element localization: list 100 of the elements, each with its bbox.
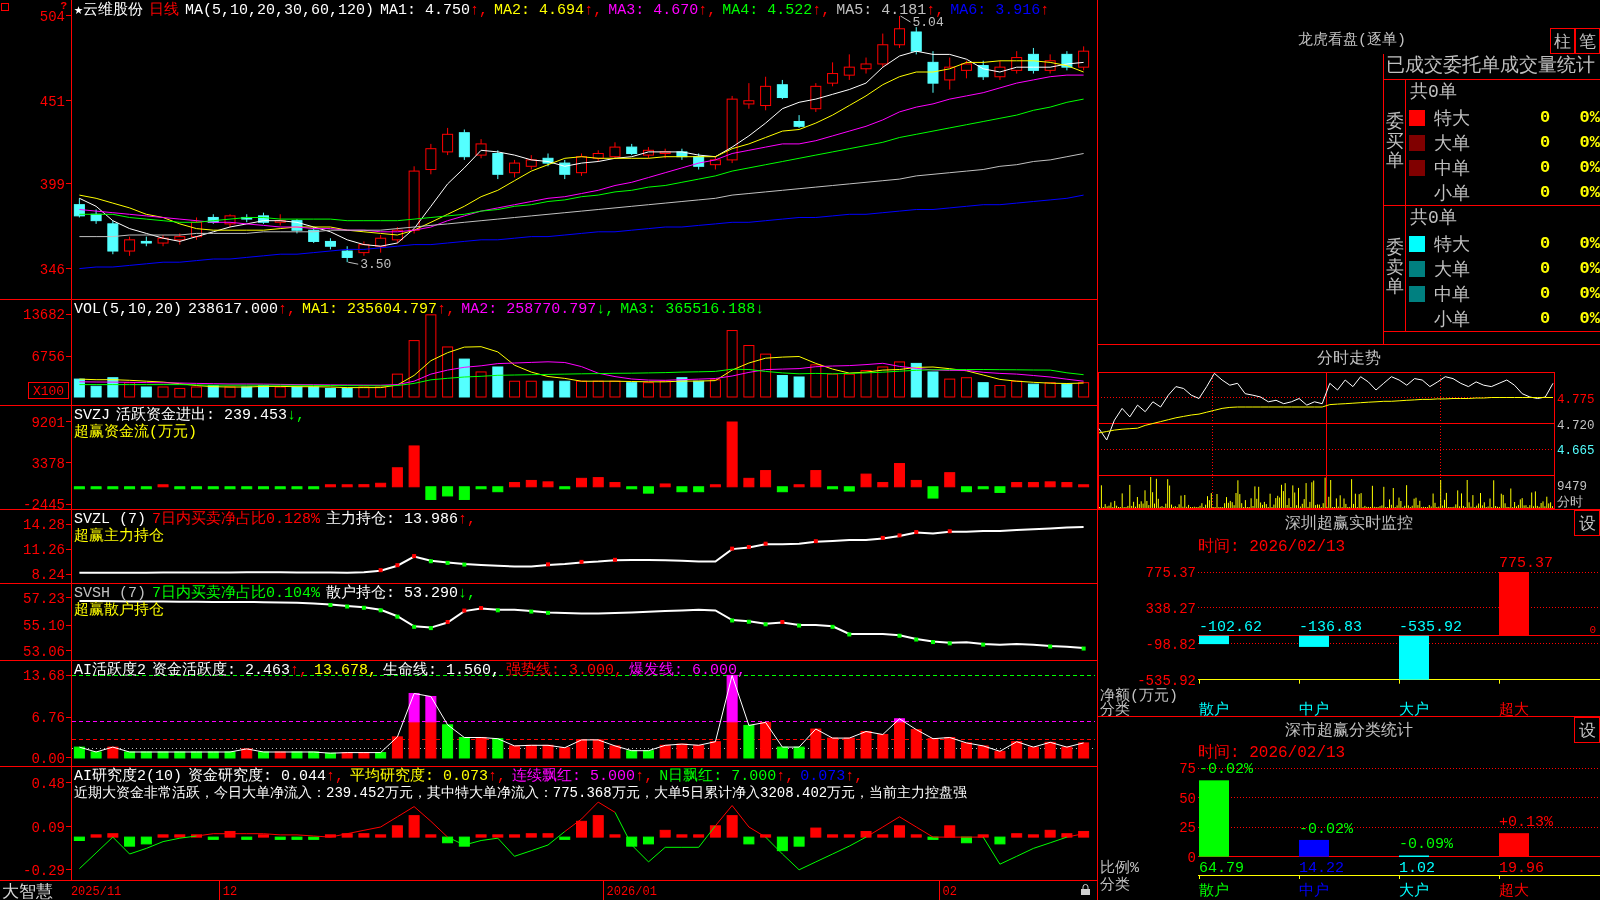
volume-bar (107, 377, 119, 398)
candlestick (308, 226, 320, 244)
trend-arrow: ↓ (755, 301, 765, 318)
section-label: 委卖单 (1385, 238, 1404, 299)
axis-label: 9479 (1557, 480, 1587, 494)
flow-bar (391, 467, 403, 488)
volume-bar (341, 387, 353, 398)
candlestick (576, 153, 587, 177)
axis-label: 75 (1179, 761, 1196, 778)
research-bar (492, 834, 504, 838)
axis-label: 6756 (31, 349, 65, 366)
candlestick (609, 141, 621, 159)
activity-bar (910, 729, 922, 759)
research-bar (458, 836, 470, 847)
flow-bar (525, 479, 537, 488)
volume-bar (994, 385, 1006, 398)
flow-bar (609, 482, 621, 488)
flow-bar (994, 486, 1006, 493)
trend-arrow: ↑ (290, 662, 300, 679)
activity-bar (324, 752, 336, 759)
activity-bar (408, 692, 420, 723)
axis-label: 338.27 (1145, 600, 1196, 617)
axis-title: 比例% (1100, 860, 1139, 877)
axis-label: 25 (1179, 820, 1196, 837)
research-bar (793, 836, 805, 847)
activity-bar (241, 748, 253, 759)
activity-bar (693, 744, 705, 759)
volume-bar (642, 382, 654, 398)
activity-bar (659, 744, 671, 759)
candlestick (894, 15, 905, 49)
category-label: 大户 (1399, 883, 1429, 900)
volume-bar (709, 379, 721, 398)
volume-bar (860, 370, 872, 398)
volume-bar (509, 380, 521, 398)
volume-bar (743, 345, 755, 398)
candlestick (358, 240, 370, 257)
section-label: 委买单 (1385, 112, 1404, 173)
order-count: 0 (1539, 183, 1551, 202)
settings-button[interactable]: 设 (1574, 717, 1600, 743)
category-label: 超大 (1499, 702, 1529, 716)
candlestick (241, 213, 253, 223)
research-bar (709, 825, 721, 838)
view-toggle-button[interactable]: 笔 (1575, 28, 1600, 54)
flow-bar (274, 486, 286, 490)
legend-text: MA(5,10,20,30,60,120) (185, 2, 375, 19)
date-label: 2026/01 (606, 885, 657, 899)
date-label: 2025/11 (70, 885, 122, 899)
flow-bar (458, 486, 470, 500)
order-size-label: 中单 (1433, 283, 1470, 306)
activity-bar (358, 752, 370, 759)
activity-bar (776, 746, 788, 759)
volume-bar (559, 380, 571, 398)
order-count: 0 (1539, 108, 1551, 127)
activity-bar (743, 724, 755, 759)
research-bar (827, 834, 839, 838)
candlestick (994, 60, 1006, 81)
legend-text: SVZJ (74, 407, 110, 424)
flow-bar (224, 486, 236, 490)
flow-bar (576, 477, 587, 488)
flow-bar (1027, 482, 1039, 488)
volume-bar (760, 353, 772, 398)
legend-text: MA2: 4.694 (494, 2, 585, 19)
axis-label: -535.92 (1137, 672, 1196, 689)
order-count: 0 (1539, 158, 1551, 177)
axis-label: 4.665 (1557, 444, 1595, 459)
square-icon (1, 3, 9, 11)
order-share: 0% (1579, 108, 1600, 127)
volume-bar (1044, 382, 1056, 398)
candlestick (224, 213, 236, 228)
trend-arrow: ↑ (437, 301, 447, 318)
research-bar (425, 834, 437, 838)
research-bar (391, 825, 403, 838)
candlestick (910, 26, 922, 55)
flow-bar (475, 486, 487, 490)
activity-bar (90, 751, 102, 759)
candlestick (559, 159, 571, 180)
view-toggle-button[interactable]: 柱 (1550, 28, 1575, 54)
flow-bar (90, 486, 102, 490)
candlestick (810, 82, 822, 113)
activity-bar (760, 721, 772, 759)
candlestick (860, 57, 872, 75)
axis-label: 57.23 (23, 591, 65, 607)
legend-text: AI活跃度2 (74, 662, 146, 679)
legend-text: 13.678, (314, 662, 378, 679)
candlestick (191, 216, 203, 241)
candlestick (458, 129, 470, 161)
order-share: 0% (1579, 133, 1600, 152)
activity-bar (425, 721, 437, 759)
legend-text: 爆发线: 6.000, (629, 662, 747, 679)
value-label: -535.92 (1399, 618, 1462, 636)
settings-button[interactable]: 设 (1574, 510, 1600, 536)
flow-bar (291, 486, 303, 490)
candlestick (140, 236, 152, 247)
activity-bar (308, 751, 320, 759)
trend-arrow: ↓ (596, 301, 606, 318)
research-bar (642, 836, 654, 845)
legend-text: MA1: 235604.797 (302, 301, 438, 318)
volume-bar (1011, 380, 1023, 398)
date-label: 02 (942, 885, 957, 899)
legend-text: 7日内买卖净占比0.104% (152, 585, 321, 602)
